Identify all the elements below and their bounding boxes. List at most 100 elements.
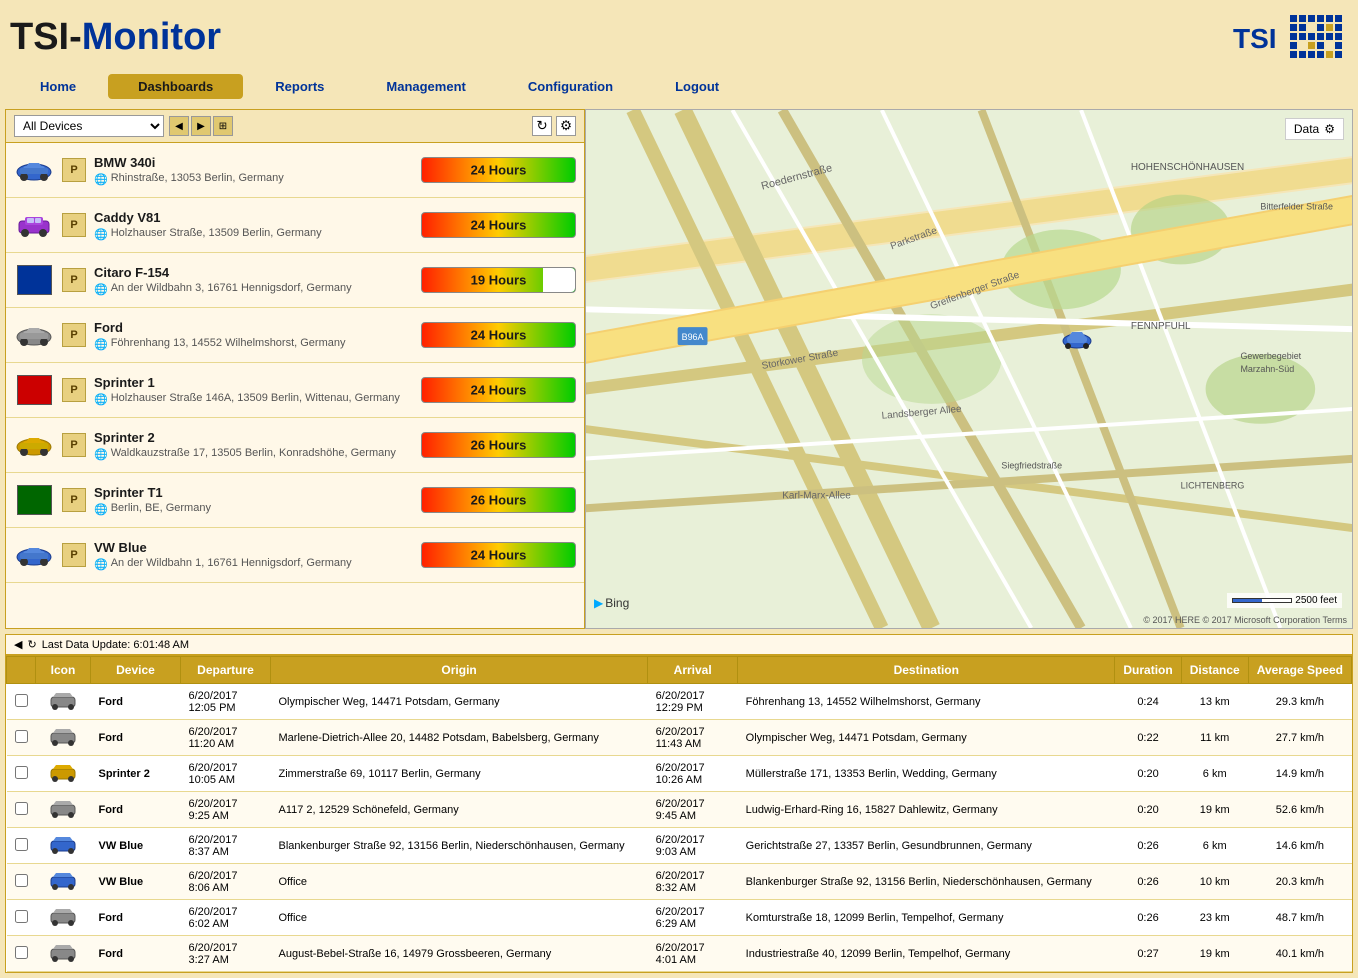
row-checkbox-6[interactable] [7, 900, 36, 936]
nav-configuration[interactable]: Configuration [498, 74, 643, 99]
row-origin-0: Olympischer Weg, 14471 Potsdam, Germany [271, 684, 648, 720]
status-refresh-icon[interactable]: ↻ [27, 638, 36, 651]
row-duration-2: 0:20 [1115, 756, 1181, 792]
checkbox-input-7[interactable] [15, 946, 28, 959]
hours-bar-sprinter2: 26 Hours [421, 432, 576, 458]
row-distance-7: 19 km [1181, 936, 1248, 972]
checkbox-input-0[interactable] [15, 694, 28, 707]
main-nav: Home Dashboards Reports Management Confi… [0, 74, 1358, 104]
row-checkbox-0[interactable] [7, 684, 36, 720]
row-checkbox-3[interactable] [7, 792, 36, 828]
table-row: Sprinter 2 6/20/2017 10:05 AM Zimmerstra… [7, 756, 1352, 792]
row-device-6: Ford [91, 900, 181, 936]
row-checkbox-2[interactable] [7, 756, 36, 792]
row-speed-5: 20.3 km/h [1248, 864, 1351, 900]
nav-home[interactable]: Home [10, 74, 106, 99]
row-checkbox-4[interactable] [7, 828, 36, 864]
vehicle-address-sprinter2: 🌐 Waldkauzstraße 17, 13505 Berlin, Konra… [94, 447, 413, 461]
row-speed-6: 48.7 km/h [1248, 900, 1351, 936]
svg-text:TSI: TSI [1233, 23, 1277, 54]
hours-bar-ford: 24 Hours [421, 322, 576, 348]
vehicle-parking-sprintert1[interactable]: P [62, 488, 86, 512]
svg-text:FENNPFUHL: FENNPFUHL [1131, 321, 1191, 332]
row-duration-6: 0:26 [1115, 900, 1181, 936]
data-table-container: Icon Device Departure Origin Arrival Des… [5, 655, 1353, 973]
vehicle-icon-sprintert1 [14, 485, 54, 515]
title-monitor: Monitor [82, 16, 221, 58]
next-page-button[interactable]: ▶ [191, 116, 211, 136]
row-destination-1: Olympischer Weg, 14471 Potsdam, Germany [738, 720, 1115, 756]
row-destination-0: Föhrenhang 13, 14552 Wilhelmshorst, Germ… [738, 684, 1115, 720]
vehicle-row-sprintert1: P Sprinter T1 🌐 Berlin, BE, Germany 26 H… [6, 473, 584, 528]
map-data-label: Data ⚙ [1285, 118, 1344, 140]
vehicle-info-sprinter1: Sprinter 1 🌐 Holzhauser Straße 146A, 135… [94, 375, 413, 406]
settings-button[interactable]: ⚙ [556, 116, 576, 136]
status-arrow-left[interactable]: ◀ [14, 638, 22, 651]
row-speed-2: 14.9 km/h [1248, 756, 1351, 792]
checkbox-input-3[interactable] [15, 802, 28, 815]
row-distance-5: 10 km [1181, 864, 1248, 900]
row-departure-5: 6/20/2017 8:06 AM [181, 864, 271, 900]
row-departure-7: 6/20/2017 3:27 AM [181, 936, 271, 972]
vehicle-parking-citaro[interactable]: P [62, 268, 86, 292]
row-arrival-6: 6/20/2017 6:29 AM [648, 900, 738, 936]
row-distance-2: 6 km [1181, 756, 1248, 792]
globe-icon-sprinter2: 🌐 [94, 448, 108, 461]
expand-button[interactable]: ⊞ [213, 116, 233, 136]
header-logo: TSI [1228, 8, 1348, 66]
row-device-4: VW Blue [91, 828, 181, 864]
row-distance-4: 6 km [1181, 828, 1248, 864]
vehicle-address-bmw: 🌐 Rhinstraße, 13053 Berlin, Germany [94, 172, 413, 186]
map-settings-icon[interactable]: ⚙ [1324, 122, 1335, 136]
vehicle-parking-ford[interactable]: P [62, 323, 86, 347]
row-speed-3: 52.6 km/h [1248, 792, 1351, 828]
row-checkbox-7[interactable] [7, 936, 36, 972]
checkbox-input-4[interactable] [15, 838, 28, 851]
row-origin-6: Office [271, 900, 648, 936]
checkbox-input-2[interactable] [15, 766, 28, 779]
row-speed-1: 27.7 km/h [1248, 720, 1351, 756]
row-checkbox-1[interactable] [7, 720, 36, 756]
title-dash: - [69, 16, 82, 58]
row-destination-7: Industriestraße 40, 12099 Berlin, Tempel… [738, 936, 1115, 972]
row-icon-4 [36, 828, 91, 864]
checkbox-input-6[interactable] [15, 910, 28, 923]
tsi-logo-svg: TSI [1228, 8, 1348, 63]
vehicle-info-caddy: Caddy V81 🌐 Holzhauser Straße, 13509 Ber… [94, 210, 413, 241]
row-origin-2: Zimmerstraße 69, 10117 Berlin, Germany [271, 756, 648, 792]
vehicle-info-citaro: Citaro F-154 🌐 An der Wildbahn 3, 16761 … [94, 265, 413, 296]
vehicle-row-ford: P Ford 🌐 Föhrenhang 13, 14552 Wilhelmsho… [6, 308, 584, 363]
vehicle-parking-vwblue[interactable]: P [62, 543, 86, 567]
vehicle-info-vwblue: VW Blue 🌐 An der Wildbahn 1, 16761 Henni… [94, 540, 413, 571]
th-duration: Duration [1115, 657, 1181, 684]
vehicle-parking-sprinter1[interactable]: P [62, 378, 86, 402]
map-copyright: © 2017 HERE © 2017 Microsoft Corporation… [1143, 615, 1347, 625]
hours-bar-sprinter1: 24 Hours [421, 377, 576, 403]
map-scale-bar: 2500 feet [1227, 593, 1342, 608]
globe-icon-ford: 🌐 [94, 338, 108, 351]
nav-dashboards[interactable]: Dashboards [108, 74, 243, 99]
vehicle-name-bmw: BMW 340i [94, 155, 413, 170]
table-header-row: Icon Device Departure Origin Arrival Des… [7, 657, 1352, 684]
vehicle-parking-sprinter2[interactable]: P [62, 433, 86, 457]
row-icon-6 [36, 900, 91, 936]
row-origin-5: Office [271, 864, 648, 900]
nav-reports[interactable]: Reports [245, 74, 354, 99]
refresh-button[interactable]: ↻ [532, 116, 552, 136]
scale-label: 2500 feet [1295, 595, 1337, 606]
checkbox-input-5[interactable] [15, 874, 28, 887]
prev-page-button[interactable]: ◀ [169, 116, 189, 136]
map-area[interactable]: Roedernstraße Parkstraße HOHENSCHÖNHAUSE… [585, 109, 1353, 629]
row-checkbox-5[interactable] [7, 864, 36, 900]
map-vehicle-marker [1061, 328, 1093, 355]
vehicle-parking-caddy[interactable]: P [62, 213, 86, 237]
row-departure-0: 6/20/2017 12:05 PM [181, 684, 271, 720]
nav-management[interactable]: Management [356, 74, 495, 99]
vehicle-row-vwblue: P VW Blue 🌐 An der Wildbahn 1, 16761 Hen… [6, 528, 584, 583]
checkbox-input-1[interactable] [15, 730, 28, 743]
vehicle-parking-bmw[interactable]: P [62, 158, 86, 182]
vehicle-address-citaro: 🌐 An der Wildbahn 3, 16761 Hennigsdorf, … [94, 282, 413, 296]
nav-logout[interactable]: Logout [645, 74, 749, 99]
device-filter-select[interactable]: All Devices [14, 115, 164, 137]
vehicle-info-sprintert1: Sprinter T1 🌐 Berlin, BE, Germany [94, 485, 413, 516]
